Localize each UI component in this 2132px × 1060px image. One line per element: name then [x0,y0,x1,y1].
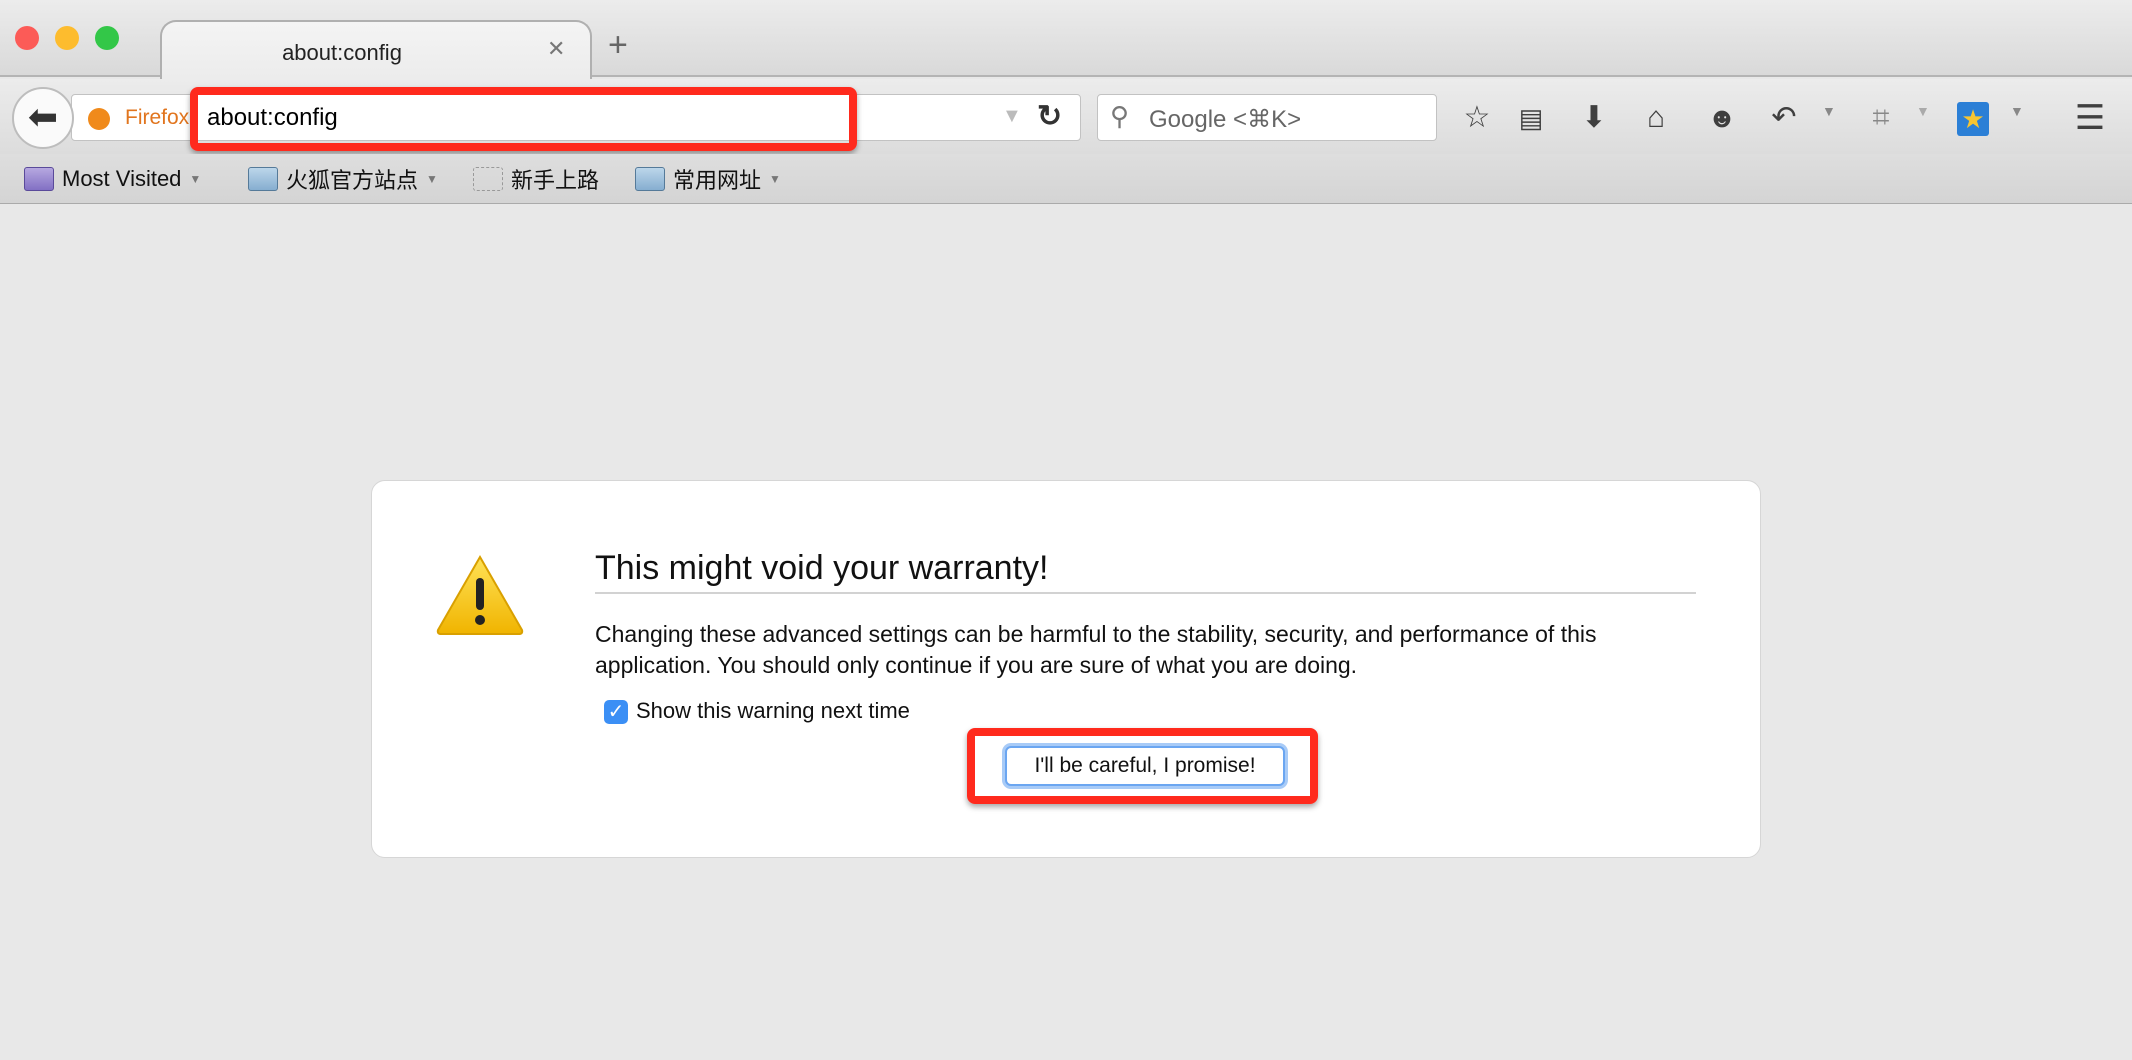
bookmark-label: 火狐官方站点 [286,168,419,193]
show-warning-checkbox[interactable]: ✓ [604,700,628,724]
title-divider [595,592,1696,594]
blank-page-icon [473,167,503,191]
bookmark-label: 常用网址 [673,168,762,193]
bookmark-getting-started[interactable]: 新手上路 [473,164,599,194]
arrow-left-icon: ⬅ [27,96,59,137]
annotation-highlight-button [967,728,1318,804]
z-star-icon[interactable]: ★ [1957,102,1989,136]
search-placeholder: Google <⌘K> [1149,106,1302,133]
folder-icon [248,167,278,191]
reading-list-icon[interactable]: ▤ [1511,99,1551,137]
show-warning-label[interactable]: Show this warning next time [636,698,910,724]
close-icon[interactable]: ✕ [547,36,565,62]
tab-title: about:config [282,40,402,65]
chevron-down-icon[interactable]: ▼ [2010,103,2024,119]
chevron-down-icon[interactable]: ▼ [1822,103,1836,119]
bookmark-label: 新手上路 [511,168,600,193]
plus-icon[interactable]: + [608,28,628,62]
identity-label: Firefox [125,106,190,129]
zoom-window-button[interactable] [95,26,119,50]
warning-body: Changing these advanced settings can be … [595,621,1597,678]
bookmarks-bar: Most Visited ▼ 火狐官方站点 ▼ 新手上路 常用网址 ▼ [0,154,2132,204]
annotation-highlight-url [190,87,857,151]
tab-bar: about:config ✕ + [0,0,2132,79]
bookmark-most-visited[interactable]: Most Visited ▼ [24,164,201,194]
chevron-down-icon: ▼ [769,172,781,186]
reload-icon[interactable]: ↻ [1037,99,1062,134]
tab-about-config[interactable]: about:config ✕ [160,20,592,79]
star-icon[interactable]: ☆ [1457,99,1497,137]
chat-icon[interactable]: ☻ [1702,99,1742,137]
download-icon[interactable]: ⬇ [1574,99,1614,137]
chevron-down-icon[interactable]: ▼ [1002,105,1022,128]
close-window-button[interactable] [15,26,39,50]
bookmark-label: Most Visited [62,166,182,191]
warning-icon [436,554,524,635]
minimize-window-button[interactable] [55,26,79,50]
chevron-down-icon[interactable]: ▼ [1916,103,1930,119]
bookmark-folder-common-sites[interactable]: 常用网址 ▼ [635,164,781,194]
crop-icon[interactable]: ⌗ [1861,99,1901,137]
bookmark-folder-firefox-sites[interactable]: 火狐官方站点 ▼ [248,164,438,194]
smart-folder-icon [24,167,54,191]
firefox-icon [88,108,110,130]
search-input[interactable]: ⚲ Google <⌘K> [1097,94,1437,141]
back-button[interactable]: ⬅ [12,87,74,149]
undo-icon[interactable]: ↶ [1764,99,1804,137]
menu-icon[interactable]: ☰ [2070,99,2110,137]
search-icon: ⚲ [1110,101,1130,131]
home-icon[interactable]: ⌂ [1636,99,1676,137]
chevron-down-icon: ▼ [426,172,438,186]
chevron-down-icon: ▼ [189,172,202,186]
warning-title: This might void your warranty! [595,549,1049,587]
folder-icon [635,167,665,191]
